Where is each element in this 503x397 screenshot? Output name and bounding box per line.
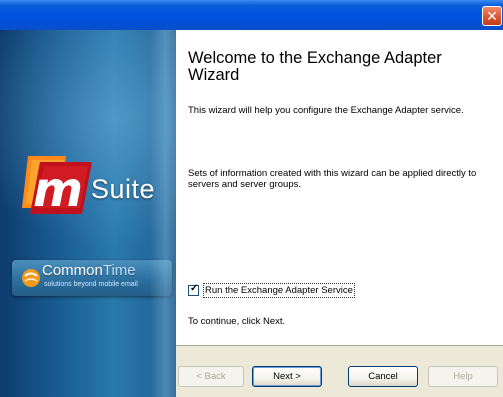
sets-info-text: Sets of information created with this wi… (188, 168, 477, 190)
continue-text: To continue, click Next. (188, 316, 286, 327)
close-icon: ✕ (486, 9, 498, 25)
button-bar: < Back Next > Cancel Help (176, 345, 503, 397)
close-button[interactable]: ✕ (482, 6, 502, 26)
check-icon: ✓ (190, 283, 199, 294)
help-button[interactable]: Help (428, 366, 498, 387)
next-button[interactable]: Next > (252, 366, 322, 387)
wizard-content: Welcome to the Exchange Adapter Wizard T… (176, 30, 503, 345)
cancel-button[interactable]: Cancel (348, 366, 418, 387)
page-title: Welcome to the Exchange Adapter Wizard (188, 49, 442, 84)
commontime-tagline: solutions beyond mobile email (44, 281, 138, 288)
wizard-banner: m Suite CommonTime solutions beyond mobi… (0, 30, 176, 397)
msuite-suffix: Suite (91, 174, 156, 204)
run-service-label[interactable]: Run the Exchange Adapter Service (203, 283, 355, 298)
msuite-icon: m (22, 156, 92, 218)
msuite-logo: m Suite (18, 148, 176, 228)
back-button[interactable]: < Back (178, 366, 244, 387)
msuite-letter: m (33, 162, 83, 218)
commontime-globe-icon (22, 269, 40, 287)
wizard-window: ✕ m Suite CommonTime solutions beyond mo… (0, 0, 503, 397)
commontime-logo: CommonTime solutions beyond mobile email (12, 260, 172, 296)
run-service-checkbox[interactable]: ✓ (188, 283, 199, 296)
intro-text: This wizard will help you configure the … (188, 105, 464, 116)
title-bar: ✕ (0, 0, 503, 30)
commontime-name: CommonTime (42, 262, 136, 279)
